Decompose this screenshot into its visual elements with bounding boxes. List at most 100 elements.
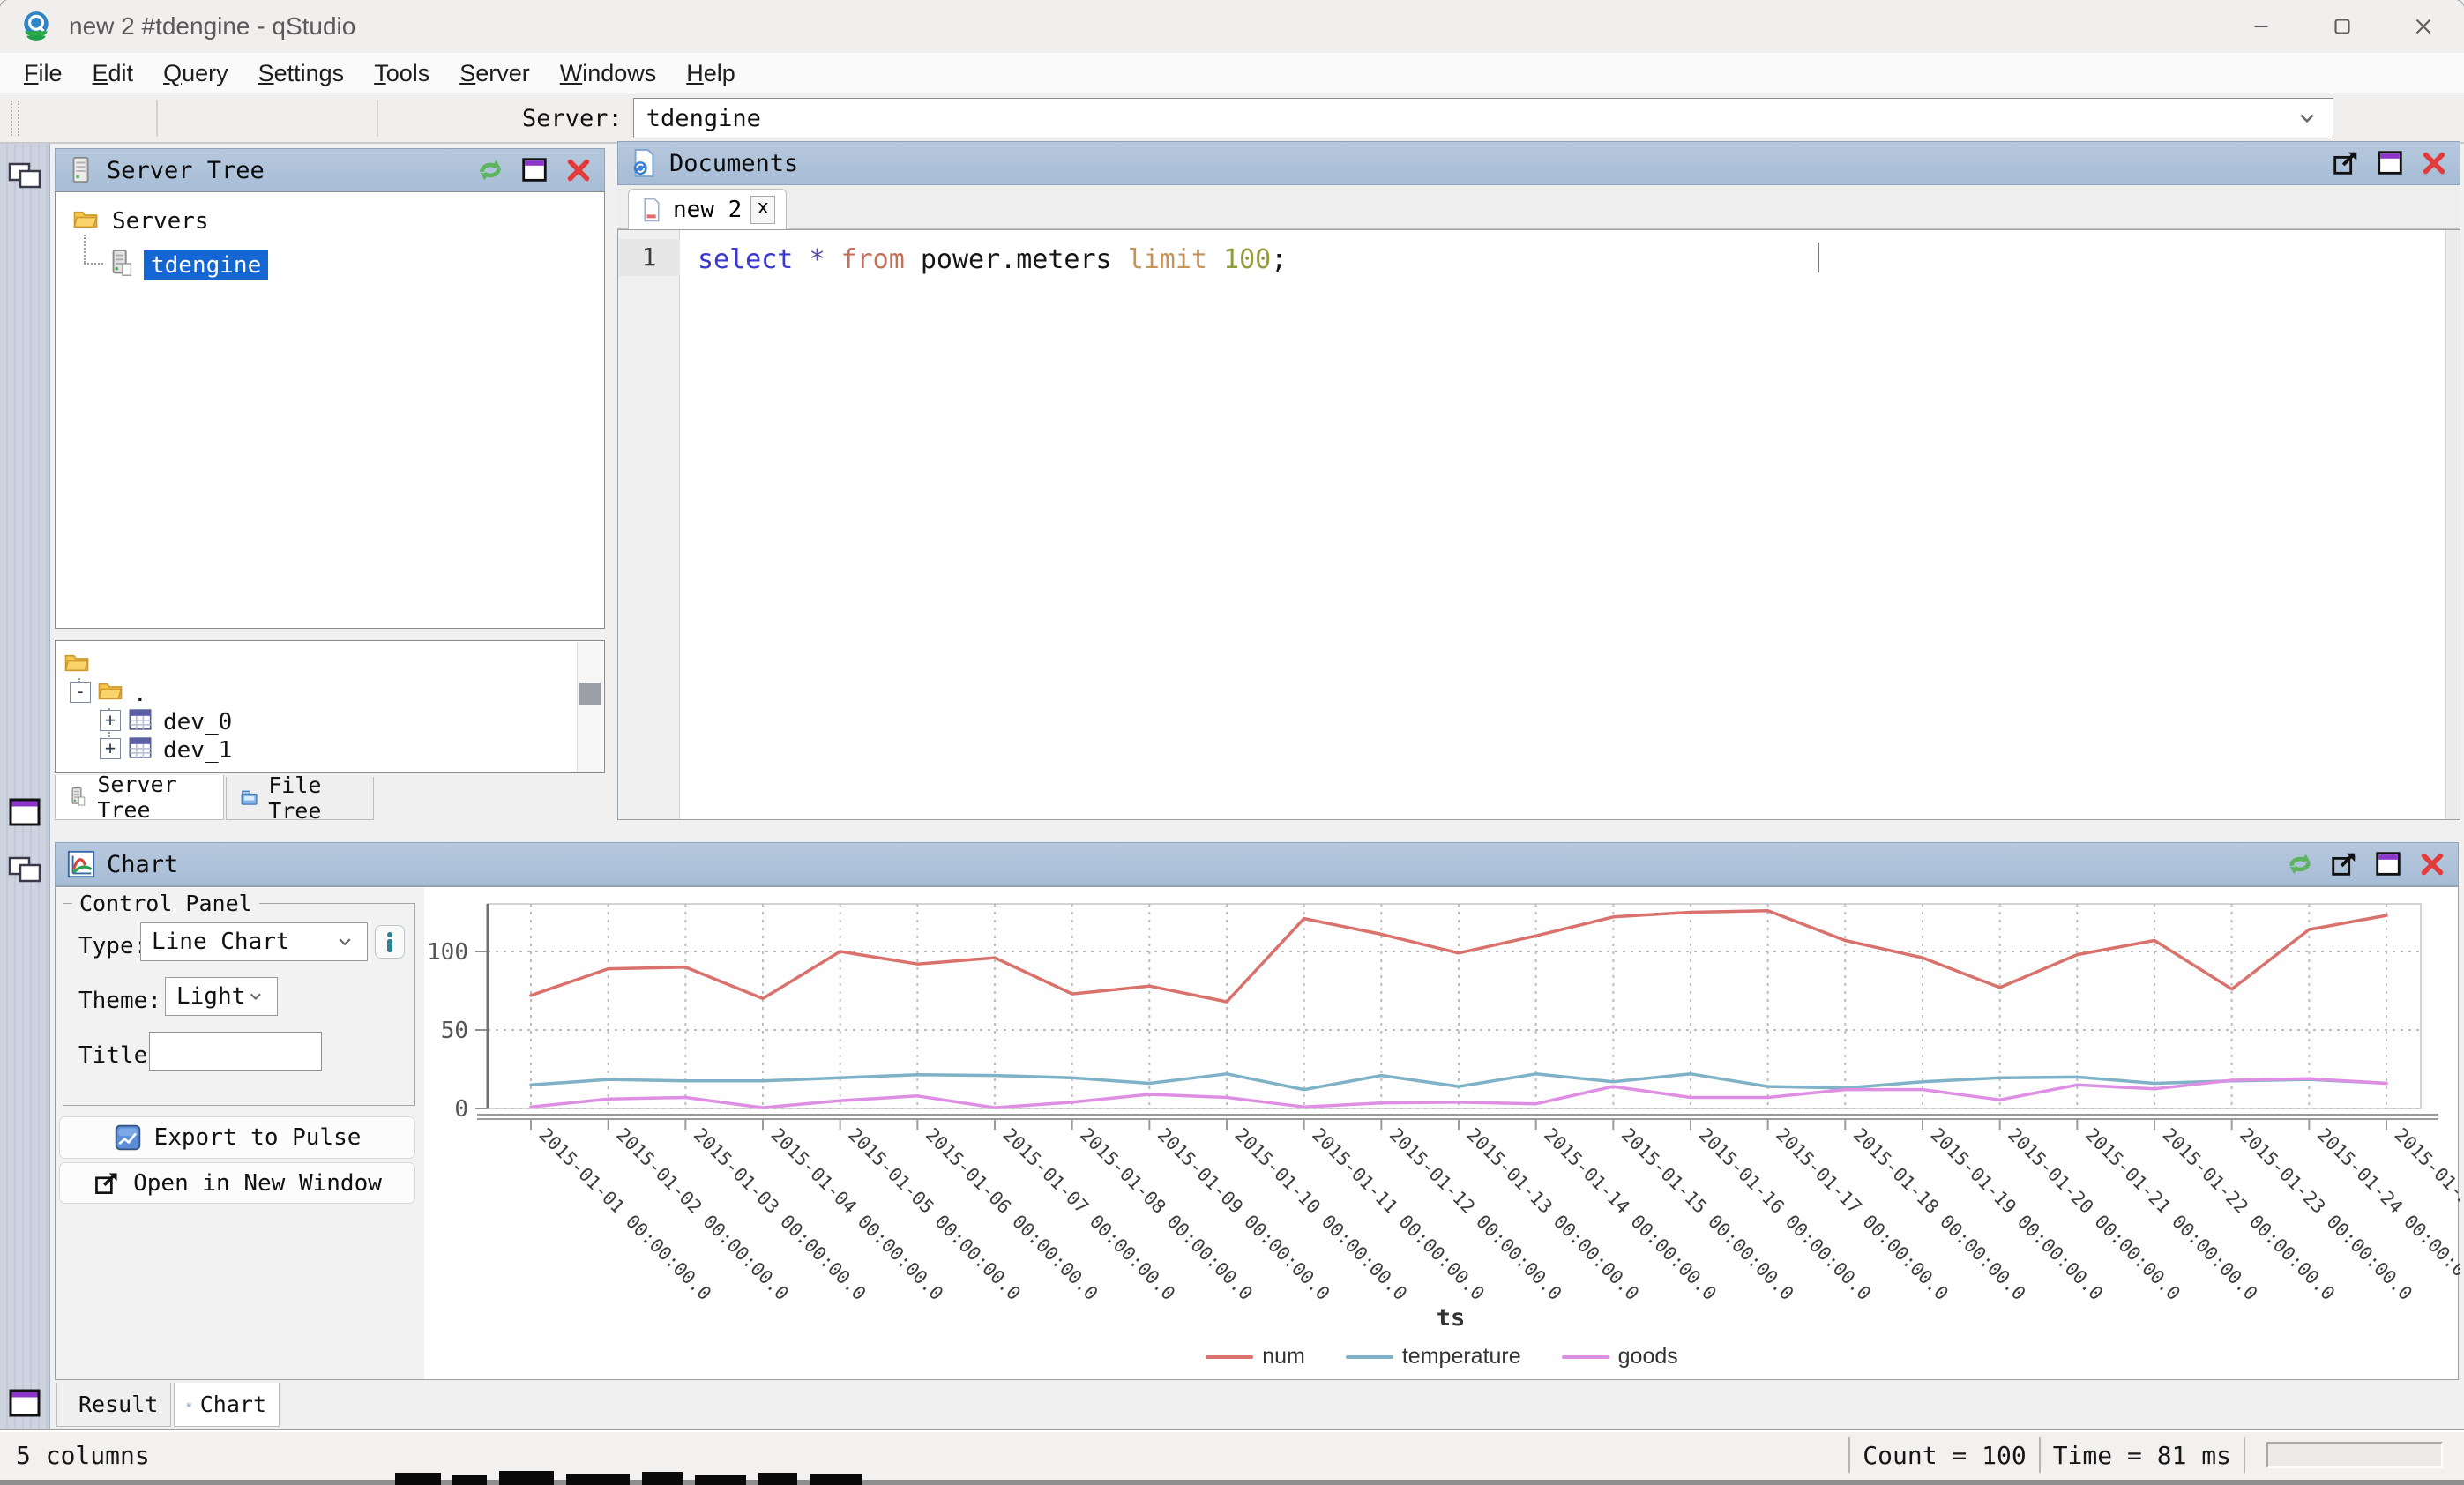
maximize-panel-icon[interactable] xyxy=(519,155,549,185)
restore-panel-icon[interactable] xyxy=(8,856,41,884)
menu-help[interactable]: Help xyxy=(671,53,750,93)
new-file-button[interactable] xyxy=(26,98,67,138)
sql-token: * xyxy=(809,244,825,275)
background-artifact xyxy=(758,1473,797,1485)
server-select[interactable]: tdengine xyxy=(633,98,2333,138)
menu-edit[interactable]: Edit xyxy=(78,53,149,93)
tab-result[interactable]: Result xyxy=(56,1383,171,1427)
maximize-panel-icon[interactable] xyxy=(2373,849,2403,879)
menu-settings[interactable]: Settings xyxy=(243,53,360,93)
menu-file[interactable]: File xyxy=(9,53,78,93)
minimize-button[interactable] xyxy=(2221,0,2302,53)
legend-item-temperature[interactable]: temperature xyxy=(1346,1344,1521,1369)
theme-value: Light xyxy=(176,983,245,1010)
close-panel-icon[interactable] xyxy=(2419,148,2449,178)
menu-server[interactable]: Server xyxy=(444,53,545,93)
save-button[interactable] xyxy=(67,98,108,138)
tree-expander[interactable]: + xyxy=(100,738,121,759)
open-in-new-window-icon[interactable] xyxy=(2331,148,2361,178)
export-to-pulse-button[interactable]: Export to Pulse xyxy=(59,1116,415,1159)
tree-item-dev_1[interactable]: dev_1 xyxy=(163,737,232,764)
x-axis-title: ts xyxy=(484,1304,2417,1332)
chart-type-value: Line Chart xyxy=(152,929,290,955)
menu-query[interactable]: Query xyxy=(148,53,243,93)
sql-editor[interactable]: 1 select * from power.meters limit 100; xyxy=(617,229,2460,820)
paste-button[interactable] xyxy=(287,98,328,138)
tree-item-dev_0[interactable]: dev_0 xyxy=(163,709,232,735)
legend-item-goods[interactable]: goods xyxy=(1562,1344,1678,1369)
open-in-new-window-button[interactable]: Open in New Window xyxy=(59,1162,415,1204)
toolbar-grip[interactable] xyxy=(11,101,19,136)
send-query-button[interactable] xyxy=(386,98,427,138)
folder-icon[interactable] xyxy=(71,206,100,233)
server-tree: Servers tdengine xyxy=(55,191,605,629)
menu-windows[interactable]: Windows xyxy=(545,53,672,93)
tree-expander[interactable]: + xyxy=(100,710,121,731)
panel-window-icon[interactable] xyxy=(8,1389,41,1417)
open-file-button[interactable] xyxy=(108,98,148,138)
folder-icon[interactable] xyxy=(63,650,91,676)
tree-item-servers[interactable]: Servers xyxy=(112,208,209,235)
schedule-query-button[interactable] xyxy=(427,98,467,138)
open-in-new-window-icon[interactable] xyxy=(2329,849,2359,879)
clock-play-icon xyxy=(430,101,464,135)
tab-chart[interactable]: Chart xyxy=(174,1383,280,1427)
copy-documents-icon xyxy=(2337,101,2371,135)
background-artifact xyxy=(810,1474,862,1485)
table-icon[interactable] xyxy=(126,735,154,761)
chart-title-input[interactable] xyxy=(149,1032,322,1071)
chart-type-select[interactable]: Line Chart xyxy=(140,922,368,961)
chart-panel-title: Chart xyxy=(107,851,178,878)
close-button[interactable] xyxy=(2383,0,2464,53)
button-label: Open in New Window xyxy=(133,1170,382,1197)
chart-control-column: Control Panel Type: Line Chart Theme: Li… xyxy=(56,887,424,1379)
add-server-button[interactable] xyxy=(2415,98,2455,138)
sql-token: 100 xyxy=(1223,244,1271,275)
run-current-line-button[interactable] xyxy=(206,98,247,138)
maximize-button[interactable] xyxy=(2302,0,2383,53)
server-label: Server: xyxy=(522,105,623,132)
cancel-query-button[interactable] xyxy=(328,98,369,138)
documents-tab-bar: new 2 x xyxy=(617,185,2460,229)
edit-server-button[interactable] xyxy=(2374,98,2415,138)
documents-title: Documents xyxy=(669,150,798,177)
legend-item-num[interactable]: num xyxy=(1206,1344,1305,1369)
editor-scrollbar[interactable] xyxy=(2445,230,2460,819)
theme-select[interactable]: Light xyxy=(165,977,278,1016)
sql-code-line[interactable]: select * from power.meters limit 100; xyxy=(698,244,1287,275)
scrollbar-thumb[interactable] xyxy=(579,683,601,705)
panel-window-icon[interactable] xyxy=(8,798,41,826)
copy-results-button[interactable] xyxy=(2333,98,2374,138)
tab-new-2[interactable]: new 2 x xyxy=(628,189,787,229)
chart-info-button[interactable] xyxy=(375,925,405,959)
close-tab-button[interactable]: x xyxy=(750,196,775,224)
refresh-icon[interactable] xyxy=(2285,849,2315,879)
document-icon xyxy=(629,148,659,178)
server-icon[interactable] xyxy=(107,249,137,279)
tab-server-tree[interactable]: Server Tree xyxy=(55,775,224,820)
table-icon[interactable] xyxy=(126,706,154,733)
stop-icon xyxy=(332,101,365,135)
close-panel-icon[interactable] xyxy=(2417,849,2447,879)
menu-tools[interactable]: Tools xyxy=(359,53,444,93)
clipboard-icon xyxy=(291,101,325,135)
folder-icon[interactable] xyxy=(96,678,124,705)
save-icon xyxy=(71,101,104,135)
close-panel-icon[interactable] xyxy=(564,155,594,185)
run-script-button[interactable] xyxy=(467,98,508,138)
tab-file-tree[interactable]: File Tree xyxy=(226,777,374,820)
toolbar-separator xyxy=(156,100,158,137)
run-highlighted-button[interactable] xyxy=(247,98,287,138)
maximize-panel-icon[interactable] xyxy=(2375,148,2405,178)
open-icon xyxy=(111,101,145,135)
tree-expander[interactable]: - xyxy=(70,682,91,703)
control-panel-legend: Control Panel xyxy=(72,891,259,916)
file-tree-scrollbar[interactable] xyxy=(577,642,603,772)
background-artifact xyxy=(499,1471,554,1485)
run-query-button[interactable] xyxy=(166,98,206,138)
restore-panel-icon[interactable] xyxy=(8,162,41,190)
tree-item-.[interactable]: . xyxy=(133,681,147,707)
tree-item-tdengine-selected[interactable]: tdengine xyxy=(144,250,268,280)
open-new-window-icon xyxy=(93,1169,121,1198)
refresh-icon[interactable] xyxy=(475,155,505,185)
